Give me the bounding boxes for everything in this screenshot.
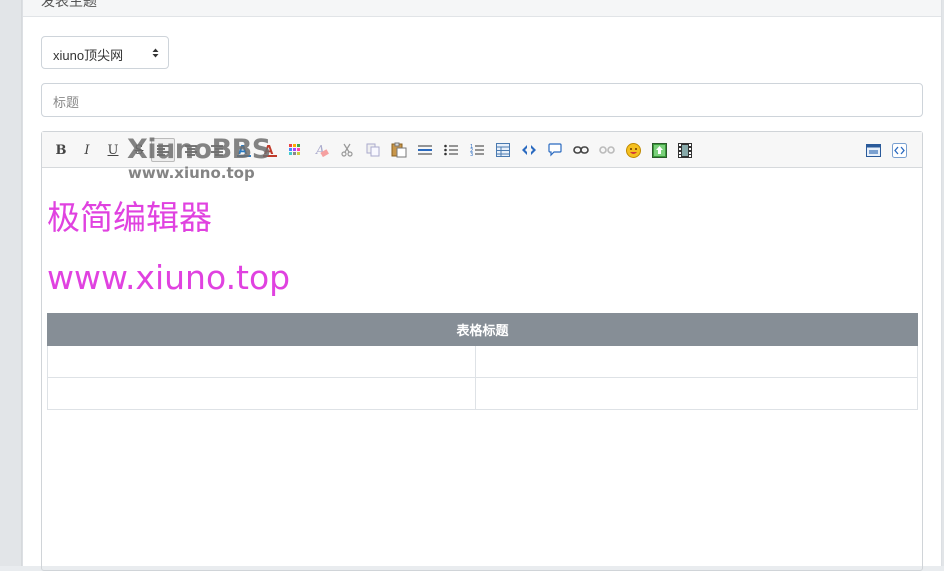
- content-heading: 极简编辑器: [47, 198, 212, 237]
- font-color-button[interactable]: A: [235, 141, 253, 159]
- table-cell[interactable]: [47, 377, 476, 410]
- smiley-icon: [625, 142, 641, 158]
- source-code-button[interactable]: [890, 141, 908, 159]
- table-cell[interactable]: [475, 345, 918, 378]
- horizontal-rule-button[interactable]: [416, 141, 434, 159]
- align-left-icon: [157, 144, 169, 156]
- clear-format-button[interactable]: A: [313, 141, 331, 159]
- align-left-button[interactable]: [151, 138, 175, 162]
- table-cell[interactable]: [475, 377, 918, 410]
- svg-text:A: A: [264, 143, 274, 157]
- table-icon: [496, 143, 510, 157]
- unlink-icon: [599, 146, 615, 154]
- bullet-list-button[interactable]: [442, 141, 460, 159]
- bold-button[interactable]: B: [52, 141, 70, 159]
- strikethrough-button[interactable]: S: [130, 141, 148, 159]
- link-button[interactable]: [572, 141, 590, 159]
- bullet-list-icon: [444, 144, 458, 156]
- watermark-url: www.xiuno.top: [128, 164, 255, 182]
- eraser-icon: A: [315, 143, 329, 157]
- select-arrows-icon: [152, 48, 159, 58]
- rich-text-editor[interactable]: B I U S A A A 1 2 3 XiunoBBS www.xiuno.t…: [41, 131, 923, 571]
- code-button[interactable]: [520, 141, 538, 159]
- numbered-list-button[interactable]: 123: [468, 141, 486, 159]
- window-icon: [865, 143, 881, 157]
- title-input[interactable]: 标题: [41, 83, 923, 117]
- copy-icon: [366, 143, 380, 157]
- card-header: 发表主题: [23, 0, 941, 17]
- align-center-button[interactable]: [182, 141, 200, 159]
- color-grid-icon: [289, 144, 300, 155]
- paste-button[interactable]: [390, 141, 408, 159]
- code-icon: [522, 145, 536, 155]
- table-cell[interactable]: [47, 345, 476, 378]
- post-card: 发表主题 xiuno顶尖网 标题 B I U S A A A 1 2 3 Xiu…: [22, 0, 942, 571]
- align-center-icon: [185, 144, 197, 156]
- svg-text:3: 3: [470, 152, 473, 157]
- numbered-list-icon: 123: [470, 144, 484, 157]
- link-icon: [573, 146, 589, 154]
- emoji-button[interactable]: [624, 141, 642, 159]
- table-caption: 表格标题: [47, 313, 918, 346]
- table-row: [47, 345, 918, 378]
- image-icon: [651, 142, 667, 158]
- editor-toolbar: B I U S A A A 1 2 3 XiunoBBS www.xiuno.t…: [42, 132, 922, 182]
- insert-table-button[interactable]: [494, 141, 512, 159]
- title-placeholder: 标题: [53, 95, 80, 110]
- quote-button[interactable]: [546, 141, 564, 159]
- unlink-button[interactable]: [598, 141, 616, 159]
- speech-bubble-icon: [548, 143, 562, 157]
- scissors-icon: [341, 143, 353, 157]
- forum-select-value: xiuno顶尖网: [53, 48, 124, 63]
- cut-button[interactable]: [338, 141, 356, 159]
- font-color-icon: A: [237, 143, 251, 157]
- svg-text:A: A: [238, 143, 248, 157]
- background-color-button[interactable]: A: [261, 141, 279, 159]
- align-right-icon: [211, 144, 223, 156]
- horizontal-rule-icon: [418, 145, 432, 155]
- page-title: 发表主题: [41, 0, 97, 9]
- align-right-button[interactable]: [208, 141, 226, 159]
- film-icon: [678, 142, 692, 158]
- forum-select[interactable]: xiuno顶尖网: [41, 36, 169, 69]
- paste-icon: [391, 142, 407, 158]
- italic-button[interactable]: I: [78, 141, 96, 159]
- content-table[interactable]: 表格标题: [47, 313, 918, 410]
- highlight-icon: A: [263, 143, 277, 157]
- insert-video-button[interactable]: [676, 141, 694, 159]
- copy-button[interactable]: [364, 141, 382, 159]
- insert-image-button[interactable]: [650, 141, 668, 159]
- source-icon: [891, 142, 907, 158]
- left-gutter: [0, 0, 22, 566]
- fullscreen-button[interactable]: [864, 141, 882, 159]
- content-url: www.xiuno.top: [47, 258, 291, 297]
- color-palette-button[interactable]: [286, 141, 304, 159]
- table-row: [47, 377, 918, 410]
- underline-button[interactable]: U: [104, 141, 122, 159]
